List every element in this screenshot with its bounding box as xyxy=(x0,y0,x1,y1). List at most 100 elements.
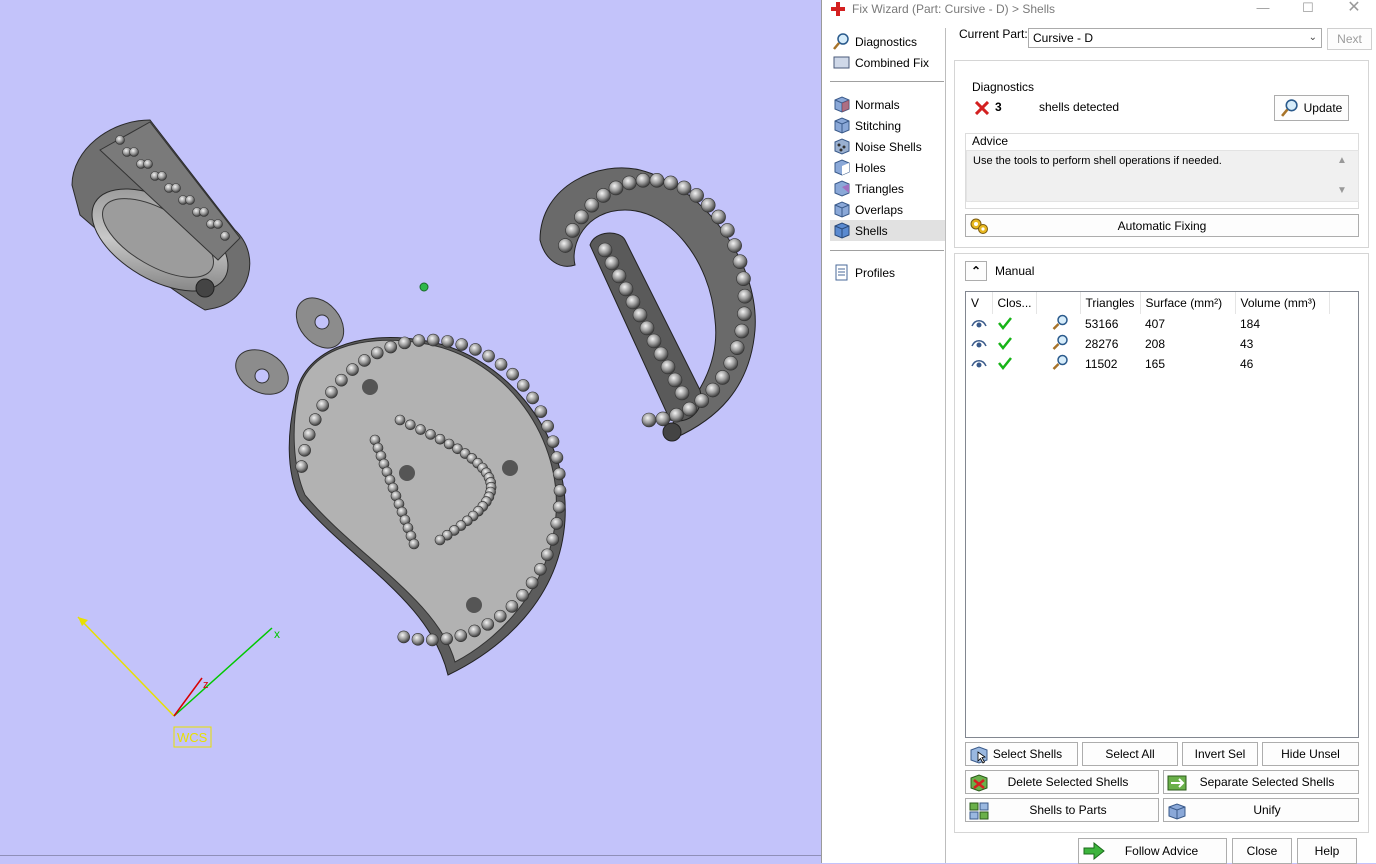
minimize-button[interactable]: — xyxy=(1240,0,1286,18)
gem xyxy=(621,175,637,191)
column-surface[interactable]: Surface (mm²) xyxy=(1140,292,1236,314)
combined-fix-icon xyxy=(833,56,850,69)
gem xyxy=(597,242,613,258)
nav-item-profiles[interactable]: Profiles xyxy=(830,262,946,283)
gem xyxy=(434,534,446,546)
gem xyxy=(655,411,671,427)
close-window-button[interactable]: ✕ xyxy=(1331,0,1376,18)
gem xyxy=(516,379,530,392)
scroll-up-icon[interactable]: ▲ xyxy=(1337,155,1347,166)
nav-item-diagnostics[interactable]: Diagnostics xyxy=(830,31,946,52)
gem xyxy=(552,500,566,514)
gem xyxy=(493,609,507,623)
shells-table[interactable]: V Clos... Triangles Surface (mm²) Volume… xyxy=(965,291,1359,738)
gem xyxy=(129,147,139,157)
advice-title: Advice xyxy=(972,134,1009,148)
magnifier-icon xyxy=(833,33,849,50)
gem xyxy=(737,288,753,304)
gem xyxy=(711,209,726,225)
3d-viewport[interactable]: x z WCS xyxy=(0,0,821,863)
visible-eye-icon[interactable] xyxy=(971,357,987,369)
column-volume[interactable]: Volume (mm³) xyxy=(1235,292,1330,314)
nav-item-triangles[interactable]: Triangles xyxy=(830,178,946,199)
unify-button[interactable]: Unify xyxy=(1163,798,1359,822)
triangles-cube-icon xyxy=(834,180,850,197)
gem xyxy=(674,385,690,401)
table-row[interactable]: 28276 208 43 xyxy=(966,334,1329,354)
shells-to-parts-button[interactable]: Shells to Parts xyxy=(965,798,1159,822)
nav-item-normals[interactable]: Normals xyxy=(830,94,946,115)
nav-item-stitching[interactable]: Stitching xyxy=(830,115,946,136)
delete-selected-shells-button[interactable]: Delete Selected Shells xyxy=(965,770,1159,794)
gem xyxy=(689,188,704,203)
gem xyxy=(526,391,539,405)
hide-unselected-button[interactable]: Hide Unsel xyxy=(1262,742,1359,766)
gem xyxy=(734,323,750,339)
check-icon xyxy=(998,356,1012,370)
select-shells-label: Select Shells xyxy=(992,747,1063,761)
gem xyxy=(415,424,426,435)
visible-eye-icon[interactable] xyxy=(971,317,987,329)
nav-label: Normals xyxy=(855,97,900,112)
nav-item-shells[interactable]: Shells xyxy=(830,220,946,241)
follow-advice-button[interactable]: Follow Advice xyxy=(1078,838,1227,864)
automatic-fixing-label: Automatic Fixing xyxy=(1117,218,1207,233)
close-button[interactable]: Close xyxy=(1232,838,1292,864)
column-triangles[interactable]: Triangles xyxy=(1080,292,1141,314)
nav-item-combined-fix[interactable]: Combined Fix xyxy=(830,52,946,73)
column-closed[interactable]: Clos... xyxy=(992,292,1037,314)
gem xyxy=(700,197,716,213)
locate-magnifier-icon[interactable] xyxy=(1051,314,1069,331)
gem xyxy=(358,354,371,367)
gem xyxy=(694,393,710,408)
nav-item-noise-shells[interactable]: Noise Shells xyxy=(830,136,946,157)
volume-cell: 184 xyxy=(1240,317,1261,331)
gem xyxy=(426,333,440,347)
update-button[interactable]: Update xyxy=(1274,95,1349,121)
gem xyxy=(676,180,692,196)
gem xyxy=(441,335,454,348)
gem xyxy=(440,632,453,646)
nav-label: Noise Shells xyxy=(855,139,922,154)
gem xyxy=(425,429,436,440)
gem xyxy=(220,231,230,241)
surface-cell: 165 xyxy=(1145,357,1166,371)
wcs-axes: x z WCS xyxy=(77,616,280,748)
table-row[interactable]: 11502 165 46 xyxy=(966,354,1329,374)
advice-textbox[interactable]: Use the tools to perform shell operation… xyxy=(966,150,1359,202)
pivot-point xyxy=(419,282,429,292)
current-part-select[interactable]: Cursive - D ⌄ xyxy=(1028,28,1322,48)
locate-magnifier-icon[interactable] xyxy=(1051,334,1069,351)
invert-selection-button[interactable]: Invert Sel xyxy=(1182,742,1258,766)
nav-label: Stitching xyxy=(855,118,902,133)
collapse-manual-button[interactable]: ⌃ xyxy=(965,261,987,281)
gem xyxy=(516,589,529,602)
column-visible[interactable]: V xyxy=(966,292,993,314)
nav-splitter[interactable] xyxy=(945,28,946,863)
bail-shell[interactable] xyxy=(71,119,251,312)
visible-eye-icon[interactable] xyxy=(971,337,987,349)
automatic-fixing-button[interactable]: Automatic Fixing xyxy=(965,214,1359,237)
noise-shells-icon xyxy=(834,138,850,155)
nav-item-overlaps[interactable]: Overlaps xyxy=(830,199,946,220)
letter-d-shell[interactable] xyxy=(539,167,756,442)
select-all-button[interactable]: Select All xyxy=(1082,742,1178,766)
gem xyxy=(618,281,634,297)
gem xyxy=(384,340,398,354)
next-button[interactable]: Next xyxy=(1327,28,1372,50)
column-locate[interactable] xyxy=(1036,292,1081,314)
nav-label: Profiles xyxy=(855,265,896,280)
scroll-down-icon[interactable]: ▼ xyxy=(1337,185,1347,196)
table-row[interactable]: 53166 407 184 xyxy=(966,314,1329,334)
gem xyxy=(737,306,752,322)
nav-label: Shells xyxy=(855,223,888,238)
select-shells-button[interactable]: Select Shells xyxy=(965,742,1078,766)
gem xyxy=(434,433,446,445)
window-title: Fix Wizard (Part: Cursive - D) > Shells xyxy=(852,2,1056,16)
nav-label: Triangles xyxy=(855,181,904,196)
locate-magnifier-icon[interactable] xyxy=(1051,354,1069,371)
nav-item-holes[interactable]: Holes xyxy=(830,157,946,178)
separate-selected-shells-button[interactable]: Separate Selected Shells xyxy=(1163,770,1359,794)
help-button[interactable]: Help xyxy=(1297,838,1357,864)
maximize-button[interactable]: ☐ xyxy=(1285,0,1331,18)
